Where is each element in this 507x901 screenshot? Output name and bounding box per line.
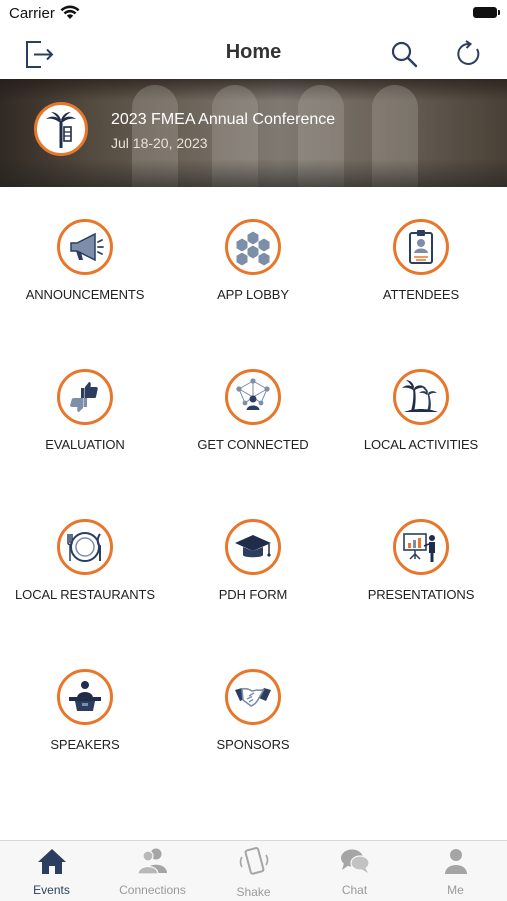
tab-label: Shake bbox=[236, 885, 271, 899]
tile-label: GET CONNECTED bbox=[197, 437, 309, 452]
tile-label: PRESENTATIONS bbox=[367, 587, 475, 602]
palm-tree-logo bbox=[46, 112, 76, 148]
tile-presentations[interactable]: PRESENTATIONS bbox=[337, 519, 505, 602]
podium-icon bbox=[69, 681, 101, 711]
tab-shake[interactable]: Shake bbox=[203, 847, 304, 899]
event-logo bbox=[34, 102, 88, 156]
nav-bar: Home bbox=[0, 28, 507, 79]
tile-sponsors[interactable]: SPONSORS bbox=[169, 669, 337, 752]
chat-icon bbox=[340, 849, 370, 873]
event-date: Jul 18-20, 2023 bbox=[111, 135, 208, 151]
tile-pdh-form[interactable]: PDH FORM bbox=[169, 519, 337, 602]
tab-label: Events bbox=[33, 883, 70, 897]
thumbs-icon bbox=[70, 382, 98, 412]
refresh-button[interactable] bbox=[451, 36, 487, 72]
palm-trees-icon bbox=[402, 380, 438, 412]
tab-chat[interactable]: Chat bbox=[304, 847, 405, 897]
megaphone-icon bbox=[70, 232, 104, 262]
presentation-icon bbox=[403, 533, 435, 562]
tile-speakers[interactable]: SPEAKERS bbox=[1, 669, 169, 752]
tile-label: LOCAL ACTIVITIES bbox=[363, 437, 479, 452]
tile-local-restaurants[interactable]: LOCAL RESTAURANTS bbox=[1, 519, 169, 602]
handshake-icon bbox=[235, 687, 271, 707]
tile-evaluation[interactable]: EVALUATION bbox=[1, 369, 169, 452]
tile-app-lobby[interactable]: APP LOBBY bbox=[169, 219, 337, 302]
tab-label: Chat bbox=[341, 883, 368, 897]
shake-phone-icon bbox=[239, 847, 268, 875]
tab-me[interactable]: Me bbox=[405, 847, 506, 897]
plate-icon bbox=[67, 532, 101, 562]
tile-label: ANNOUNCEMENTS bbox=[25, 287, 145, 302]
search-icon bbox=[391, 41, 418, 68]
wifi-icon bbox=[60, 5, 80, 19]
tile-label: EVALUATION bbox=[45, 437, 125, 452]
refresh-icon bbox=[457, 40, 480, 65]
tab-connections[interactable]: Connections bbox=[102, 847, 203, 897]
tile-label: LOCAL RESTAURANTS bbox=[15, 587, 155, 602]
page-title: Home bbox=[225, 41, 282, 63]
tile-label: APP LOBBY bbox=[217, 287, 289, 302]
search-button[interactable] bbox=[386, 36, 422, 72]
battery-icon bbox=[473, 7, 500, 18]
event-title: 2023 FMEA Annual Conference bbox=[111, 111, 336, 128]
network-icon bbox=[236, 378, 270, 410]
tile-label: PDH FORM bbox=[218, 587, 288, 602]
tab-label: Me bbox=[447, 883, 464, 897]
carrier-label: Carrier bbox=[9, 5, 55, 22]
tile-announcements[interactable]: ANNOUNCEMENTS bbox=[1, 219, 169, 302]
tile-get-connected[interactable]: GET CONNECTED bbox=[169, 369, 337, 452]
home-icon bbox=[37, 849, 66, 874]
tile-label: SPEAKERS bbox=[50, 737, 120, 752]
people-icon bbox=[136, 848, 167, 875]
tab-bar: Events Connections Shake Chat Me bbox=[0, 840, 507, 901]
tile-local-activities[interactable]: LOCAL ACTIVITIES bbox=[337, 369, 505, 452]
tile-label: SPONSORS bbox=[216, 737, 290, 752]
person-icon bbox=[444, 849, 467, 874]
graduation-cap-icon bbox=[235, 535, 271, 558]
badge-icon bbox=[409, 230, 433, 264]
tile-label: ATTENDEES bbox=[382, 287, 460, 302]
tab-events[interactable]: Events bbox=[1, 847, 102, 897]
tile-attendees[interactable]: ATTENDEES bbox=[337, 219, 505, 302]
status-bar: Carrier bbox=[0, 0, 507, 28]
tab-label: Connections bbox=[119, 883, 186, 897]
hexagon-grid-icon bbox=[235, 230, 271, 267]
